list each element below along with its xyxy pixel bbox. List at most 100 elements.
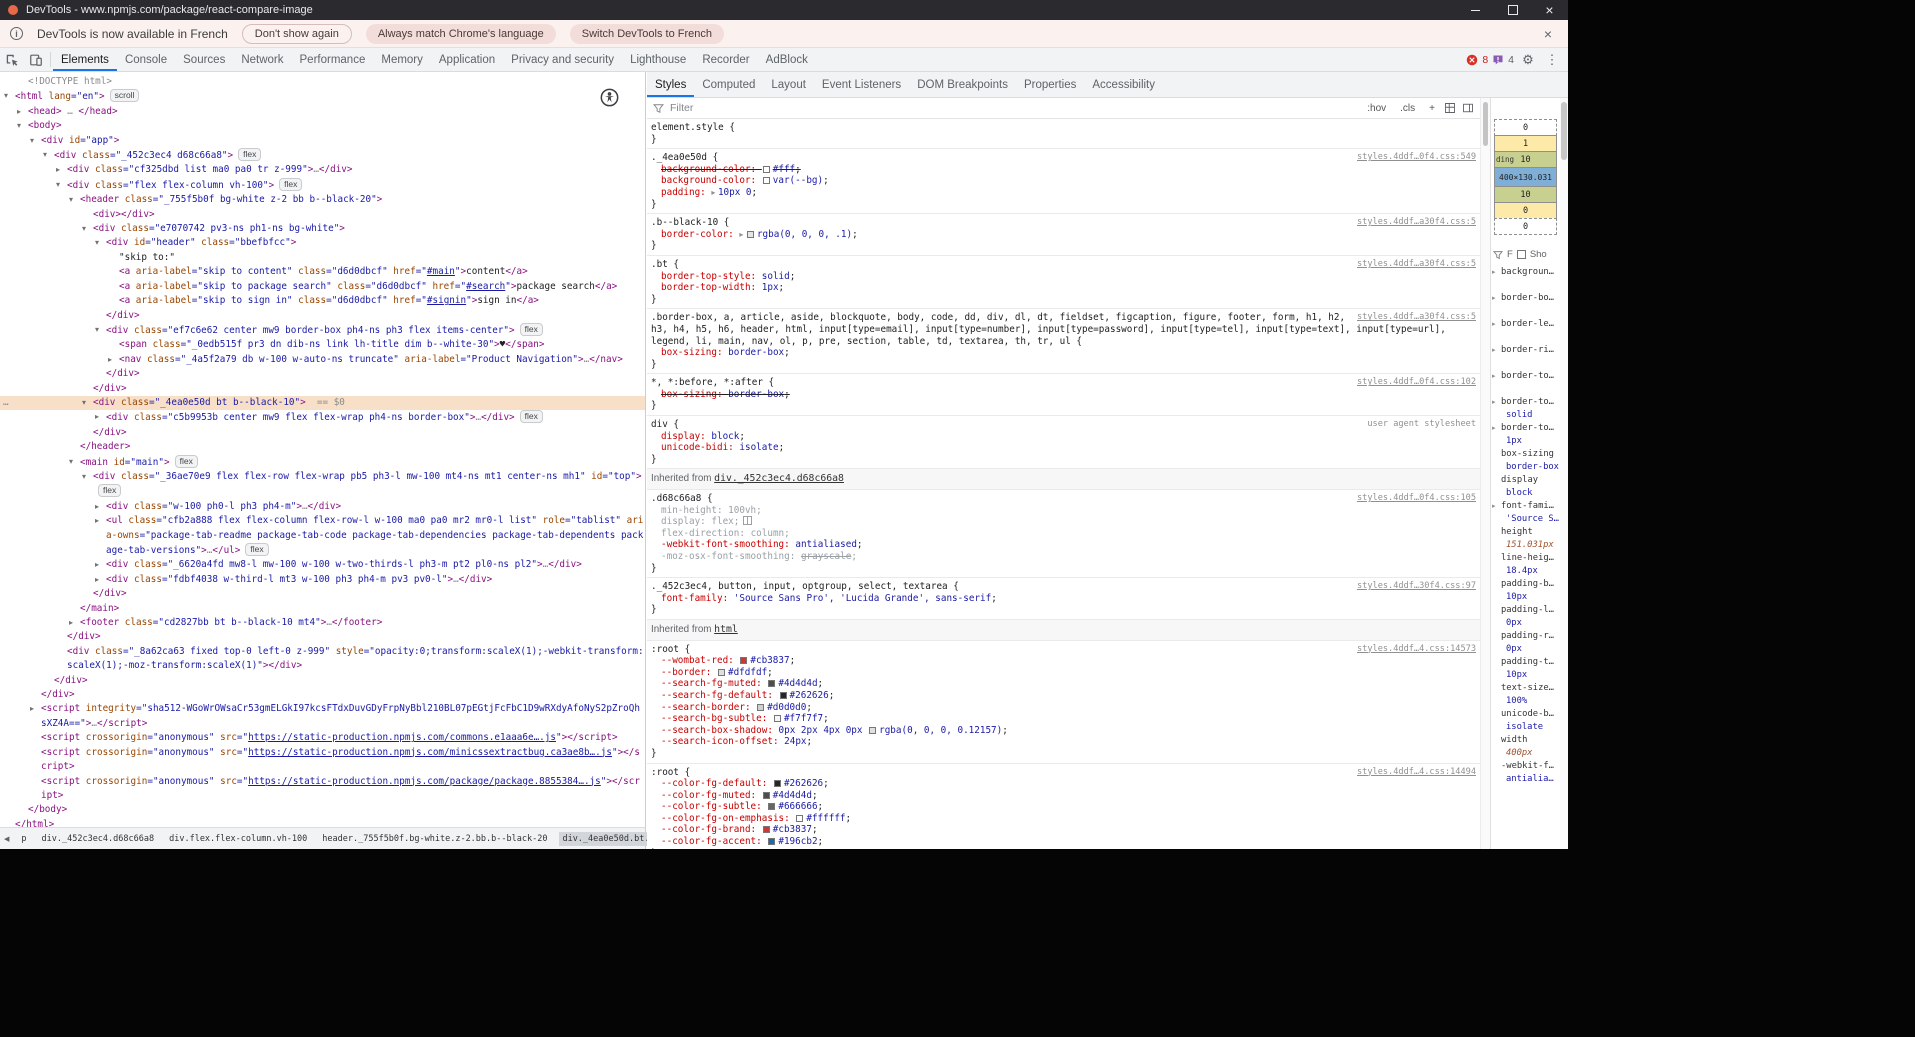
css-declaration[interactable]: --search-box-shadow: 0px 2px 4px 0px rgb… — [651, 725, 1476, 737]
twisty-expanded-icon[interactable]: ▾ — [69, 455, 79, 469]
color-swatch[interactable] — [763, 177, 770, 184]
flex-editor-icon[interactable] — [743, 516, 752, 525]
box-model-margin[interactable]: 0 — [1494, 119, 1557, 136]
dom-tree-row[interactable]: ▸<div class="fdbf4038 w-third-l mt3 w-10… — [0, 573, 645, 587]
breadcrumb-item[interactable]: div.flex.flex-column.vh-100 — [166, 832, 310, 846]
dom-tree-row[interactable]: <div class="_8a62ca63 fixed top-0 left-0… — [0, 645, 645, 674]
rule-selector[interactable]: .b--black-10 — [651, 217, 718, 228]
rule-selector[interactable]: .border-box, a, article, aside, blockquo… — [651, 312, 1446, 346]
css-declaration[interactable]: unicode-bidi: isolate; — [651, 442, 1476, 454]
css-declaration[interactable]: --color-fg-on-emphasis: #ffffff; — [651, 813, 1476, 825]
css-declaration[interactable]: --search-fg-muted: #4d4d4d; — [651, 678, 1476, 690]
twisty-collapsed-icon[interactable]: ▸ — [108, 353, 118, 367]
tab-console[interactable]: Console — [117, 48, 175, 71]
tab-elements[interactable]: Elements — [53, 48, 117, 71]
computed-property-name[interactable]: ▸border-bo… — [1492, 292, 1559, 305]
rule-selector[interactable]: div — [651, 419, 668, 430]
match-chrome-language-button[interactable]: Always match Chrome's language — [366, 24, 556, 44]
dont-show-again-button[interactable]: Don't show again — [242, 24, 352, 44]
computed-filter-input[interactable]: F — [1507, 249, 1513, 260]
computed-property-name[interactable]: padding-t… — [1492, 656, 1559, 669]
tab-performance[interactable]: Performance — [292, 48, 374, 71]
css-declaration[interactable]: border-top-width: 1px; — [651, 282, 1476, 294]
css-declaration[interactable]: -webkit-font-smoothing: antialiased; — [651, 539, 1476, 551]
twisty-expanded-icon[interactable]: ▾ — [43, 148, 53, 162]
sidebar-tab-properties[interactable]: Properties — [1016, 72, 1084, 97]
css-declaration[interactable]: font-family: 'Source Sans Pro', 'Lucida … — [651, 593, 1476, 605]
dom-tree-row[interactable]: "skip to:" — [0, 251, 645, 265]
dom-tree-row[interactable]: </div> — [0, 426, 645, 440]
twisty-collapsed-icon[interactable]: ▸ — [95, 410, 105, 424]
computed-property-name[interactable]: ▸backgroun… — [1492, 266, 1559, 279]
color-swatch[interactable] — [774, 780, 781, 787]
color-swatch[interactable] — [763, 826, 770, 833]
gear-icon[interactable] — [1518, 52, 1538, 68]
css-declaration[interactable]: border-top-style: solid; — [651, 271, 1476, 283]
dom-tree-row[interactable]: ▾<div class="_36ae70e9 flex flex-row fle… — [0, 470, 645, 500]
dom-tree-row[interactable]: ▸<div class="c5b9953b center mw9 flex fl… — [0, 410, 645, 425]
dom-tree-row[interactable]: </div> — [0, 382, 645, 396]
dom-tree-row[interactable]: <script crossorigin="anonymous" src="htt… — [0, 731, 645, 745]
computed-property-name[interactable]: unicode-b… — [1492, 708, 1559, 721]
sidebar-tab-dom-breakpoints[interactable]: DOM Breakpoints — [909, 72, 1016, 97]
tab-recorder[interactable]: Recorder — [694, 48, 757, 71]
sidebar-tab-event-listeners[interactable]: Event Listeners — [814, 72, 909, 97]
stylesheet-link[interactable]: styles.4ddf…4.css:14494 — [1357, 767, 1476, 779]
flex-badge[interactable]: flex — [238, 148, 261, 161]
twisty-collapsed-icon[interactable]: ▸ — [95, 514, 105, 528]
color-swatch[interactable] — [757, 704, 764, 711]
box-model-content[interactable]: 400×130.031 — [1494, 167, 1557, 187]
dom-tree-row[interactable]: ▸<footer class="cd2827bb bt b--black-10 … — [0, 616, 645, 630]
flex-badge[interactable]: flex — [245, 543, 268, 556]
breadcrumb-item[interactable]: div._452c3ec4.d68c66a8 — [39, 832, 158, 846]
styles-toolbar--[interactable]: + — [1426, 103, 1438, 114]
twisty-expanded-icon[interactable]: ▾ — [82, 396, 92, 410]
dom-tree-row[interactable]: ▾<header class="_755f5b0f bg-white z-2 b… — [0, 193, 645, 207]
twisty-expanded-icon[interactable]: ▾ — [82, 222, 92, 236]
dom-tree-row[interactable]: ▸<script integrity="sha512-WGoWrOWsaCr53… — [0, 702, 645, 731]
inherited-element-link[interactable]: div._452c3ec4.d68c66a8 — [714, 473, 844, 484]
twisty-expanded-icon[interactable]: ▾ — [30, 134, 40, 148]
twisty-collapsed-icon[interactable]: ▸ — [95, 558, 105, 572]
tab-privacy-and-security[interactable]: Privacy and security — [503, 48, 622, 71]
rule-selector[interactable]: ._452c3ec4, button, input, optgroup, sel… — [651, 581, 948, 592]
computed-property-name[interactable]: ▸font-fami… — [1492, 500, 1559, 513]
styles-filter-input[interactable]: Filter — [670, 102, 693, 114]
device-toolbar-icon[interactable] — [24, 48, 48, 71]
dom-tree-row[interactable]: </div> — [0, 367, 645, 381]
css-declaration[interactable]: --border: #dfdfdf; — [651, 667, 1476, 679]
twisty-collapsed-icon[interactable]: ▸ — [56, 163, 66, 177]
twisty-expanded-icon[interactable]: ▾ — [95, 323, 105, 337]
dom-tree-row[interactable]: ▾<div class="_452c3ec4 d68c66a8">flex — [0, 148, 645, 163]
tab-memory[interactable]: Memory — [373, 48, 431, 71]
dom-tree-row[interactable]: </div> — [0, 587, 645, 601]
color-swatch[interactable] — [780, 692, 787, 699]
dom-tree-row[interactable]: <a aria-label="skip to package search" c… — [0, 280, 645, 294]
box-model-border[interactable]: 1 — [1494, 135, 1557, 152]
tab-lighthouse[interactable]: Lighthouse — [622, 48, 694, 71]
dom-tree-row[interactable]: <script crossorigin="anonymous" src="htt… — [0, 775, 645, 804]
twisty-expanded-icon[interactable]: ▾ — [82, 470, 92, 484]
rule-selector[interactable]: .bt — [651, 259, 668, 270]
rule-selector[interactable]: :root — [651, 644, 679, 655]
sidebar-tab-computed[interactable]: Computed — [694, 72, 763, 97]
rule-selector[interactable]: element.style — [651, 122, 724, 133]
color-swatch[interactable] — [774, 715, 781, 722]
more-options-icon[interactable] — [1542, 52, 1562, 68]
css-declaration[interactable]: --search-icon-offset: 24px; — [651, 736, 1476, 748]
css-declaration[interactable]: --color-fg-default: #262626; — [651, 778, 1476, 790]
styles-scrollbar[interactable] — [1480, 98, 1490, 849]
css-declaration[interactable]: --wombat-red: #cb3837; — [651, 655, 1476, 667]
dom-tree-row[interactable]: </body> — [0, 803, 645, 817]
twisty-expanded-icon[interactable]: ▾ — [4, 89, 14, 103]
dom-tree-row[interactable]: </div> — [0, 688, 645, 702]
computed-property-name[interactable]: text-size… — [1492, 682, 1559, 695]
twisty-collapsed-icon[interactable]: ▸ — [17, 105, 27, 119]
tab-network[interactable]: Network — [233, 48, 291, 71]
stylesheet-link[interactable]: styles.4ddf…0f4.css:105 — [1357, 493, 1476, 505]
box-model-padding[interactable]: ding10 — [1494, 151, 1557, 168]
color-swatch[interactable] — [763, 792, 770, 799]
color-swatch[interactable] — [869, 727, 876, 734]
color-swatch[interactable] — [768, 803, 775, 810]
dom-tree-row[interactable]: ▾<div id="app"> — [0, 134, 645, 148]
